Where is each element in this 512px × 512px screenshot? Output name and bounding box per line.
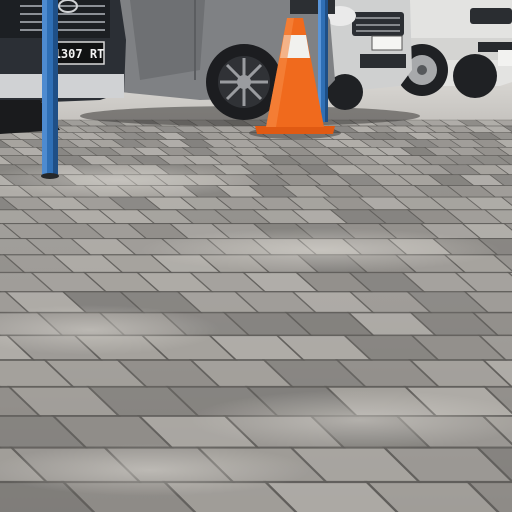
white-mpv-car xyxy=(395,0,512,98)
scene-canvas: 1307 RT xyxy=(0,0,512,512)
parking-lot-scene: 1307 RT xyxy=(0,0,512,512)
blue-pole-left xyxy=(41,0,59,179)
license-plate-text: 1307 RT xyxy=(54,47,105,61)
